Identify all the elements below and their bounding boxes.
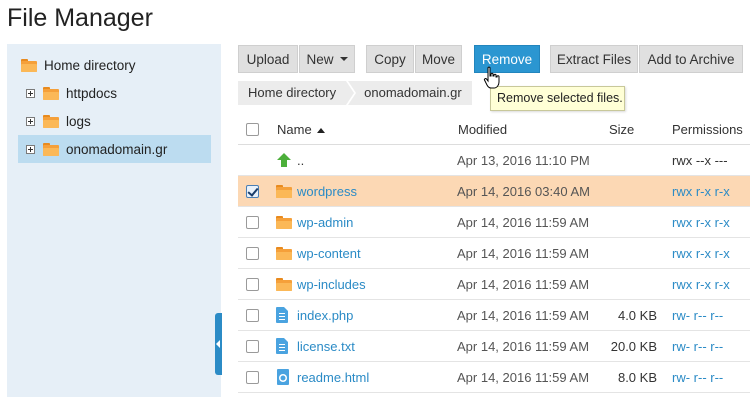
column-size-header[interactable]: Size [609, 122, 634, 137]
row-checkbox[interactable] [246, 247, 259, 260]
add-to-archive-label: Add to Archive [647, 51, 735, 67]
file-modified: Apr 14, 2016 11:59 AM [457, 215, 590, 230]
tree-item-label: logs [66, 113, 91, 129]
page-title: File Manager [7, 4, 153, 32]
file-name[interactable]: .. [297, 153, 304, 168]
folder-icon [276, 247, 292, 263]
table-row[interactable]: wp-content Apr 14, 2016 11:59 AM rwx r-x r… [238, 238, 750, 269]
remove-label: Remove [481, 51, 533, 67]
column-name-header[interactable]: Name [277, 122, 325, 137]
file-size: 8.0 KB [617, 370, 657, 385]
file-permissions: rwx --x --- [672, 153, 728, 168]
row-checkbox[interactable] [246, 309, 259, 322]
folder-icon [43, 86, 59, 100]
extract-files-button[interactable]: Extract Files [550, 45, 638, 73]
remove-tooltip: Remove selected files. [490, 86, 625, 111]
breadcrumb-item-current[interactable]: onomadomain.gr [348, 81, 472, 105]
file-name[interactable]: wp-includes [297, 277, 366, 292]
file-permissions[interactable]: rwx r-x r-x [672, 184, 730, 199]
file-name[interactable]: readme.html [297, 370, 369, 385]
file-permissions[interactable]: rwx r-x r-x [672, 277, 730, 292]
file-modified: Apr 14, 2016 11:59 AM [457, 246, 590, 261]
tree-item-label: onomadomain.gr [66, 141, 168, 157]
tree-item-label: Home directory [44, 57, 136, 73]
add-to-archive-button[interactable]: Add to Archive [639, 45, 743, 73]
folder-icon [276, 278, 292, 294]
file-modified: Apr 14, 2016 03:40 AM [457, 184, 590, 199]
up-arrow-icon [276, 152, 291, 168]
table-row[interactable]: index.php Apr 14, 2016 11:59 AM 4.0 KB rw- … [238, 300, 750, 331]
file-permissions[interactable]: rwx r-x r-x [672, 246, 730, 261]
table-row[interactable]: .. Apr 13, 2016 11:10 PM rwx --x --- [238, 145, 750, 176]
file-name[interactable]: index.php [297, 308, 353, 323]
file-modified: Apr 14, 2016 11:59 AM [457, 339, 590, 354]
file-name[interactable]: license.txt [297, 339, 355, 354]
folder-icon [43, 114, 59, 128]
file-permissions[interactable]: rw- r-- r-- [672, 339, 723, 354]
file-modified: Apr 14, 2016 11:59 AM [457, 277, 590, 292]
tree-item-home[interactable]: Home directory [21, 52, 136, 78]
row-checkbox[interactable] [246, 278, 259, 291]
breadcrumb: Home directory onomadomain.gr [238, 81, 474, 105]
file-name[interactable]: wp-content [297, 246, 361, 261]
file-name[interactable]: wp-admin [297, 215, 353, 230]
table-row[interactable]: wp-admin Apr 14, 2016 11:59 AM rwx r-x r-x [238, 207, 750, 238]
file-size: 4.0 KB [617, 308, 657, 323]
table-header: Name Modified Size Permissions [238, 114, 750, 145]
row-checkbox[interactable] [246, 340, 259, 353]
file-modified: Apr 14, 2016 11:59 AM [457, 308, 590, 323]
move-label: Move [421, 51, 455, 67]
copy-button[interactable]: Copy [366, 45, 414, 73]
column-name-label: Name [277, 122, 312, 137]
sidebar-collapse-handle[interactable] [215, 313, 222, 375]
file-size: 20.0 KB [610, 339, 657, 354]
table-row[interactable]: wp-includes Apr 14, 2016 11:59 AM rwx r-x … [238, 269, 750, 300]
text-file-icon [276, 338, 289, 354]
column-permissions-header[interactable]: Permissions [672, 122, 743, 137]
upload-button[interactable]: Upload [238, 45, 298, 73]
expand-icon[interactable] [26, 88, 35, 98]
row-checkbox[interactable] [246, 216, 259, 229]
move-button[interactable]: Move [415, 45, 462, 73]
row-checkbox[interactable] [246, 371, 259, 384]
file-modified: Apr 14, 2016 11:59 AM [457, 370, 590, 385]
chevron-down-icon [339, 57, 348, 61]
folder-icon [21, 58, 37, 72]
tree-item-label: httpdocs [66, 85, 118, 101]
file-modified: Apr 13, 2016 11:10 PM [457, 153, 590, 168]
breadcrumb-item-home[interactable]: Home directory [238, 81, 357, 105]
php-file-icon [276, 307, 289, 323]
table-row[interactable]: readme.html Apr 14, 2016 11:59 AM 8.0 KB rw… [238, 362, 750, 393]
row-checkbox[interactable] [246, 185, 259, 198]
column-modified-header[interactable]: Modified [458, 122, 507, 137]
html-file-icon [276, 369, 289, 385]
new-button[interactable]: New [299, 45, 355, 73]
file-permissions[interactable]: rwx r-x r-x [672, 215, 730, 230]
tree-item-onomadomain[interactable]: onomadomain.gr [18, 135, 211, 163]
upload-label: Upload [246, 51, 290, 67]
new-label: New [306, 51, 334, 67]
tree-item-logs[interactable]: logs [26, 108, 91, 134]
hand-cursor-icon [483, 66, 500, 89]
extract-files-label: Extract Files [556, 51, 632, 67]
folder-icon [43, 142, 59, 156]
folder-icon [276, 216, 292, 232]
expand-icon[interactable] [26, 144, 35, 154]
tree-item-httpdocs[interactable]: httpdocs [26, 80, 117, 106]
table-row[interactable]: wordpress Apr 14, 2016 03:40 AM rwx r-x r-… [238, 176, 750, 207]
directory-tree: Home directory httpdocs logs onomadomain… [7, 44, 221, 397]
sort-ascending-icon [316, 128, 325, 134]
folder-icon [276, 185, 292, 201]
file-permissions[interactable]: rw- r-- r-- [672, 308, 723, 323]
file-name[interactable]: wordpress [297, 184, 357, 199]
select-all-checkbox[interactable] [246, 123, 259, 136]
file-permissions[interactable]: rw- r-- r-- [672, 370, 723, 385]
table-row[interactable]: license.txt Apr 14, 2016 11:59 AM 20.0 KB r… [238, 331, 750, 362]
copy-label: Copy [374, 51, 406, 67]
expand-icon[interactable] [26, 116, 35, 126]
